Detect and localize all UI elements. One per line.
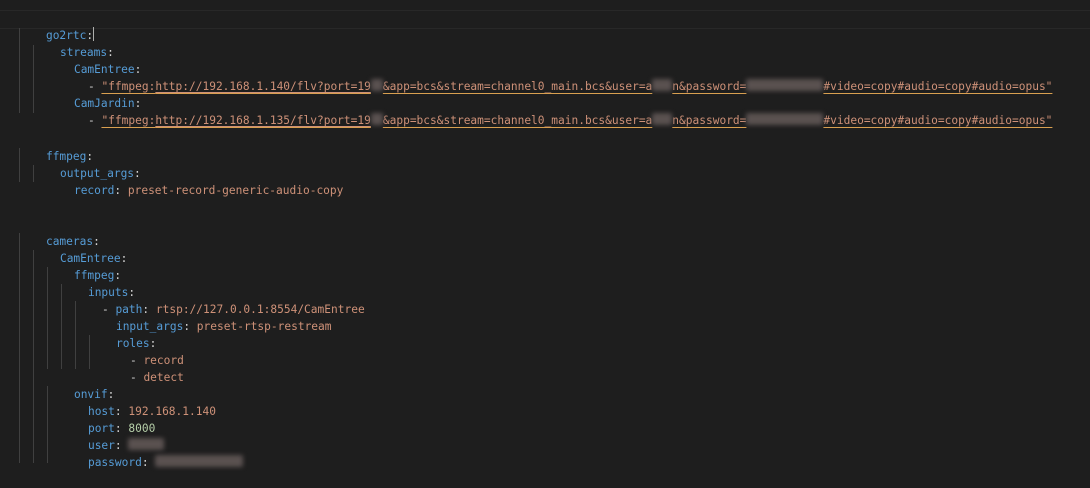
code-line-input-args: input_args: preset-rtsp-restream: [89, 301, 332, 333]
yaml-value: preset-rtsp-restream: [196, 320, 332, 333]
redacted-password: [746, 113, 824, 125]
stream-url-link[interactable]: http://192.168.1.140/flv?port=19: [155, 80, 371, 93]
redacted-port: [370, 113, 383, 125]
redacted-user: [652, 79, 673, 91]
code-line-role-record: - record: [103, 335, 184, 367]
yaml-value: preset-record-generic-audio-copy: [127, 184, 344, 197]
code-line-user: user:: [61, 420, 165, 452]
code-line-camentree-stream: - "ffmpeg:http://192.168.1.140/flv?port=…: [61, 61, 1052, 93]
yaml-colon: :: [120, 252, 128, 265]
code-line-output-args: output_args:: [33, 148, 141, 180]
list-dash: -: [87, 114, 102, 127]
code-line-path: - path: rtsp://127.0.0.1:8554/CamEntree: [75, 284, 365, 316]
redacted-password-value: [155, 455, 244, 467]
string-params: &password=: [679, 114, 747, 127]
string-suffix: #video=copy#audio=copy#audio=opus": [823, 80, 1053, 93]
stream-string[interactable]: "ffmpeg:http://192.168.1.135/flv?port=19…: [101, 113, 1053, 127]
code-line-onvif: onvif:: [47, 369, 114, 401]
code-line-role-detect: - detect: [103, 352, 184, 384]
code-line-port: port: 8000: [61, 403, 155, 435]
string-prefix: "ffmpeg:: [101, 114, 156, 127]
code-line-camjardin: CamJardin:: [47, 78, 141, 110]
current-line-highlight: [0, 10, 1090, 29]
code-line-ffmpeg: ffmpeg:: [19, 131, 93, 163]
yaml-colon: :: [114, 184, 128, 197]
redacted-port: [370, 79, 383, 91]
stream-string[interactable]: "ffmpeg:http://192.168.1.140/flv?port=19…: [101, 79, 1053, 93]
code-line-host: host: 192.168.1.140: [61, 386, 216, 418]
list-dash: -: [129, 371, 144, 384]
code-line-camentree: CamEntree:: [33, 233, 127, 265]
stream-url-link[interactable]: http://192.168.1.135/flv?port=19: [155, 114, 371, 127]
code-line-go2rtc: go2rtc:: [19, 10, 95, 42]
code-line-cameras: cameras:: [19, 216, 100, 248]
yaml-colon: :: [183, 320, 197, 333]
string-params: &password=: [679, 80, 747, 93]
string-suffix: #video=copy#audio=copy#audio=opus": [823, 114, 1053, 127]
code-line-record: record: preset-record-generic-audio-copy: [47, 165, 343, 197]
yaml-key: record: [73, 184, 115, 197]
code-line-ffmpeg: ffmpeg:: [47, 250, 121, 282]
code-line-streams: streams:: [33, 27, 114, 59]
code-line-camjardin-stream: - "ffmpeg:http://192.168.1.135/flv?port=…: [61, 95, 1052, 127]
code-line-inputs: inputs:: [61, 267, 135, 299]
yaml-value: detect: [143, 371, 184, 384]
redacted-password: [746, 79, 824, 91]
redacted-user: [652, 113, 673, 125]
code-editor[interactable]: go2rtc: streams: CamEntree: - "ffmpeg:ht…: [0, 0, 1090, 469]
code-line-roles: roles:: [89, 318, 156, 350]
code-line-camentree: CamEntree:: [47, 44, 141, 76]
string-params: &app=bcs&stream=channel0_main.bcs&user=a: [382, 114, 653, 127]
code-line-password: password:: [61, 437, 244, 469]
string-params: &app=bcs&stream=channel0_main.bcs&user=a: [382, 80, 653, 93]
indent-guide: [19, 233, 20, 463]
